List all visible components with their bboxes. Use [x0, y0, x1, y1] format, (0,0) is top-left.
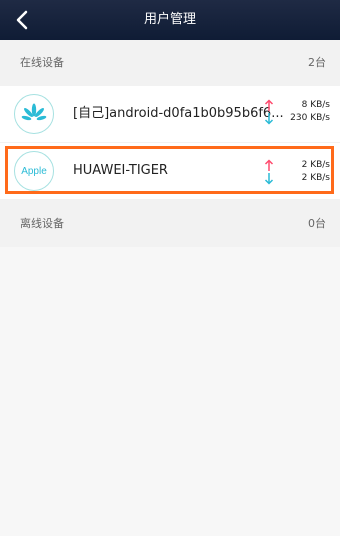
device-row[interactable]: [自己]android-d0fa1b0b95b6f6... 8 KB/s 230… — [0, 86, 340, 142]
online-count: 2台 — [308, 56, 326, 69]
download-speed: 230 KB/s — [290, 113, 330, 123]
device-name: [自己]android-d0fa1b0b95b6f6... — [73, 106, 284, 121]
empty-area — [0, 247, 340, 536]
upload-arrow-icon — [264, 99, 274, 111]
online-label: 在线设备 — [20, 56, 64, 69]
download-arrow-icon — [264, 113, 274, 125]
page-title: 用户管理 — [143, 12, 196, 27]
app-header: 用户管理 — [0, 0, 340, 40]
upload-speed: 8 KB/s — [301, 100, 330, 110]
offline-count: 0台 — [308, 217, 326, 230]
download-speed-row: 230 KB/s — [264, 112, 330, 125]
device-speeds: 8 KB/s 230 KB/s — [264, 99, 330, 125]
huawei-logo-icon — [14, 94, 54, 134]
highlight-box — [5, 146, 334, 194]
offline-section-header: 离线设备 0台 — [0, 201, 340, 247]
online-section-header: 在线设备 2台 — [0, 40, 340, 86]
offline-label: 离线设备 — [20, 217, 64, 230]
upload-speed-row: 8 KB/s — [264, 99, 330, 112]
